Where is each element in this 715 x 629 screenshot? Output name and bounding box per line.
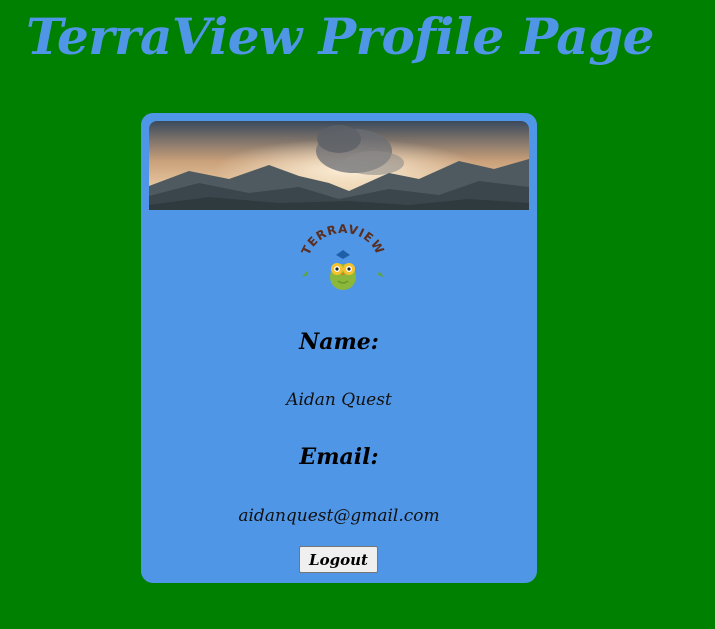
leaf-right-icon [378, 271, 384, 277]
name-value: Aidan Quest [286, 390, 392, 410]
email-label: Email: [299, 444, 379, 470]
profile-card: TERRAVIEW Name: Aidan Quest Email: aidan… [141, 113, 537, 583]
banner-image [149, 121, 529, 210]
owl-icon [330, 250, 356, 290]
name-label: Name: [299, 329, 379, 355]
logout-button[interactable]: Logout [299, 546, 378, 573]
terraview-logo: TERRAVIEW [298, 222, 388, 295]
leaf-left-icon [302, 271, 308, 277]
email-value: aidanquest@gmail.com [238, 506, 440, 526]
page-title: TerraView Profile Page [26, 7, 654, 66]
